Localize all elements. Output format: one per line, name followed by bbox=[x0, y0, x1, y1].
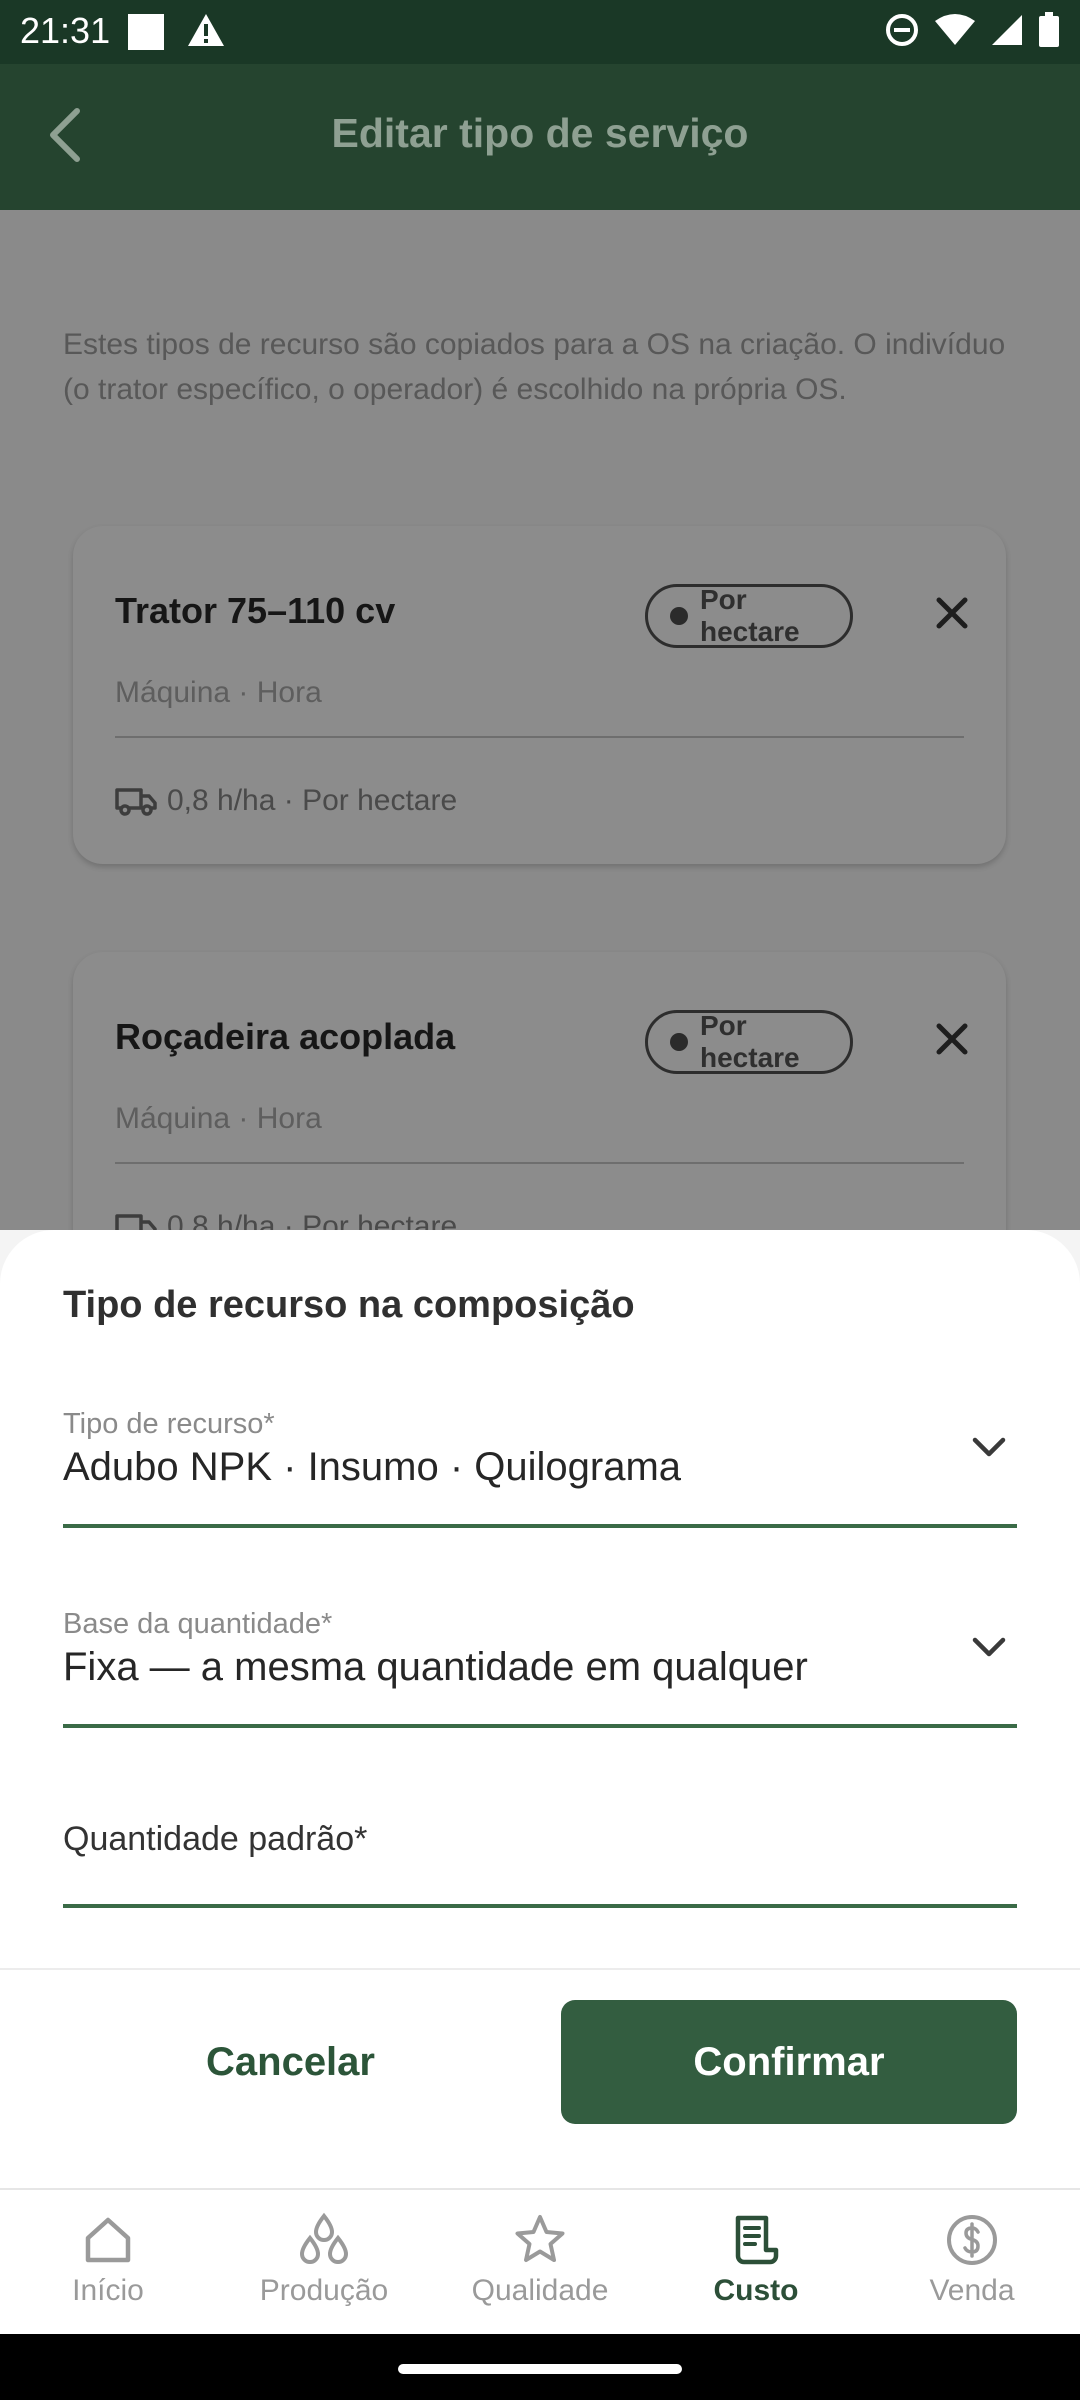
nav-item-inicio[interactable]: Início bbox=[0, 2190, 216, 2334]
quantity-base-underline bbox=[63, 1724, 1017, 1728]
background-content: Estes tipos de recurso são copiados para… bbox=[0, 210, 1080, 1290]
resource-card[interactable]: Trator 75–110 cv Por hectare Máquina · H… bbox=[73, 526, 1006, 864]
card-title: Roçadeira acoplada bbox=[115, 1016, 456, 1057]
card-footer-text: 0,8 h/ha · Por hectare bbox=[167, 784, 458, 817]
close-icon[interactable] bbox=[935, 1022, 969, 1056]
status-time: 21:31 bbox=[20, 10, 111, 51]
receipt-icon bbox=[735, 2215, 779, 2265]
warning-icon bbox=[188, 14, 224, 46]
chip-dot-icon bbox=[670, 1033, 688, 1051]
chip-label: Por hectare bbox=[700, 1010, 800, 1073]
app-bar: Editar tipo de serviço bbox=[0, 64, 1080, 210]
home-icon bbox=[85, 2217, 131, 2263]
nav-item-producao[interactable]: Produção bbox=[216, 2190, 432, 2334]
quantity-base-select[interactable]: Base da quantidade* Fixa — a mesma quant… bbox=[63, 1608, 1017, 1728]
nav-item-qualidade[interactable]: Qualidade bbox=[432, 2190, 648, 2334]
resource-type-label: Tipo de recurso* bbox=[63, 1408, 275, 1440]
chevron-down-icon[interactable] bbox=[971, 1636, 1007, 1658]
dollar-circle-icon bbox=[947, 2215, 997, 2265]
nav-label: Produção bbox=[259, 2274, 389, 2307]
nav-item-custo[interactable]: Custo bbox=[648, 2190, 864, 2334]
dnd-icon bbox=[886, 14, 918, 46]
default-quantity-label: Quantidade padrão* bbox=[63, 1820, 368, 1858]
card-footer: 0,8 h/ha · Por hectare bbox=[115, 784, 457, 818]
bottom-sheet: Tipo de recurso na composição Tipo de re… bbox=[0, 1230, 1080, 2188]
bottom-nav: Início Produção Qualidade Custo Venda bbox=[0, 2188, 1080, 2334]
sheet-divider bbox=[0, 1968, 1080, 1970]
confirm-button[interactable]: Confirmar bbox=[561, 2000, 1017, 2124]
drops-icon bbox=[299, 2212, 349, 2264]
nav-label: Início bbox=[72, 2274, 144, 2307]
default-quantity-input[interactable]: Quantidade padrão* bbox=[63, 1820, 1017, 1920]
cancel-button[interactable]: Cancelar bbox=[63, 2000, 518, 2124]
truck-icon bbox=[115, 788, 157, 816]
notification-icon bbox=[128, 14, 164, 50]
chip-dot-icon bbox=[670, 607, 688, 625]
quantity-base-value: Fixa — a mesma quantidade em qualquer bbox=[63, 1645, 808, 1689]
page-title: Editar tipo de serviço bbox=[331, 110, 749, 156]
star-icon bbox=[515, 2215, 565, 2262]
status-icons bbox=[884, 12, 1060, 48]
default-quantity-underline bbox=[63, 1904, 1017, 1908]
status-bar: 21:31 bbox=[0, 0, 1080, 64]
signal-icon bbox=[992, 15, 1022, 45]
nav-item-venda[interactable]: Venda bbox=[864, 2190, 1080, 2334]
sheet-title: Tipo de recurso na composição bbox=[63, 1284, 635, 1326]
intro-text: Estes tipos de recurso são copiados para… bbox=[63, 328, 1006, 406]
resource-type-value: Adubo NPK · Insumo · Quilograma bbox=[63, 1445, 682, 1489]
nav-label: Qualidade bbox=[471, 2274, 609, 2307]
close-icon[interactable] bbox=[935, 596, 969, 630]
card-subtitle: Máquina · Hora bbox=[115, 1102, 322, 1135]
nav-label: Venda bbox=[929, 2274, 1015, 2307]
card-title: Trator 75–110 cv bbox=[115, 590, 396, 631]
card-subtitle: Máquina · Hora bbox=[115, 676, 322, 709]
basis-chip[interactable]: Por hectare bbox=[645, 1010, 853, 1074]
wifi-icon bbox=[935, 14, 975, 45]
basis-chip[interactable]: Por hectare bbox=[645, 584, 853, 648]
nav-label: Custo bbox=[713, 2274, 799, 2307]
chip-label: Por hectare bbox=[700, 584, 800, 647]
chevron-down-icon[interactable] bbox=[971, 1436, 1007, 1458]
gesture-bar bbox=[0, 2334, 1080, 2400]
card-divider bbox=[115, 1162, 964, 1164]
quantity-base-label: Base da quantidade* bbox=[63, 1608, 333, 1640]
card-divider bbox=[115, 736, 964, 738]
resource-type-underline bbox=[63, 1524, 1017, 1528]
battery-icon bbox=[1039, 12, 1059, 47]
resource-type-select[interactable]: Tipo de recurso* Adubo NPK · Insumo · Qu… bbox=[63, 1408, 1017, 1528]
home-indicator[interactable] bbox=[398, 2364, 682, 2374]
